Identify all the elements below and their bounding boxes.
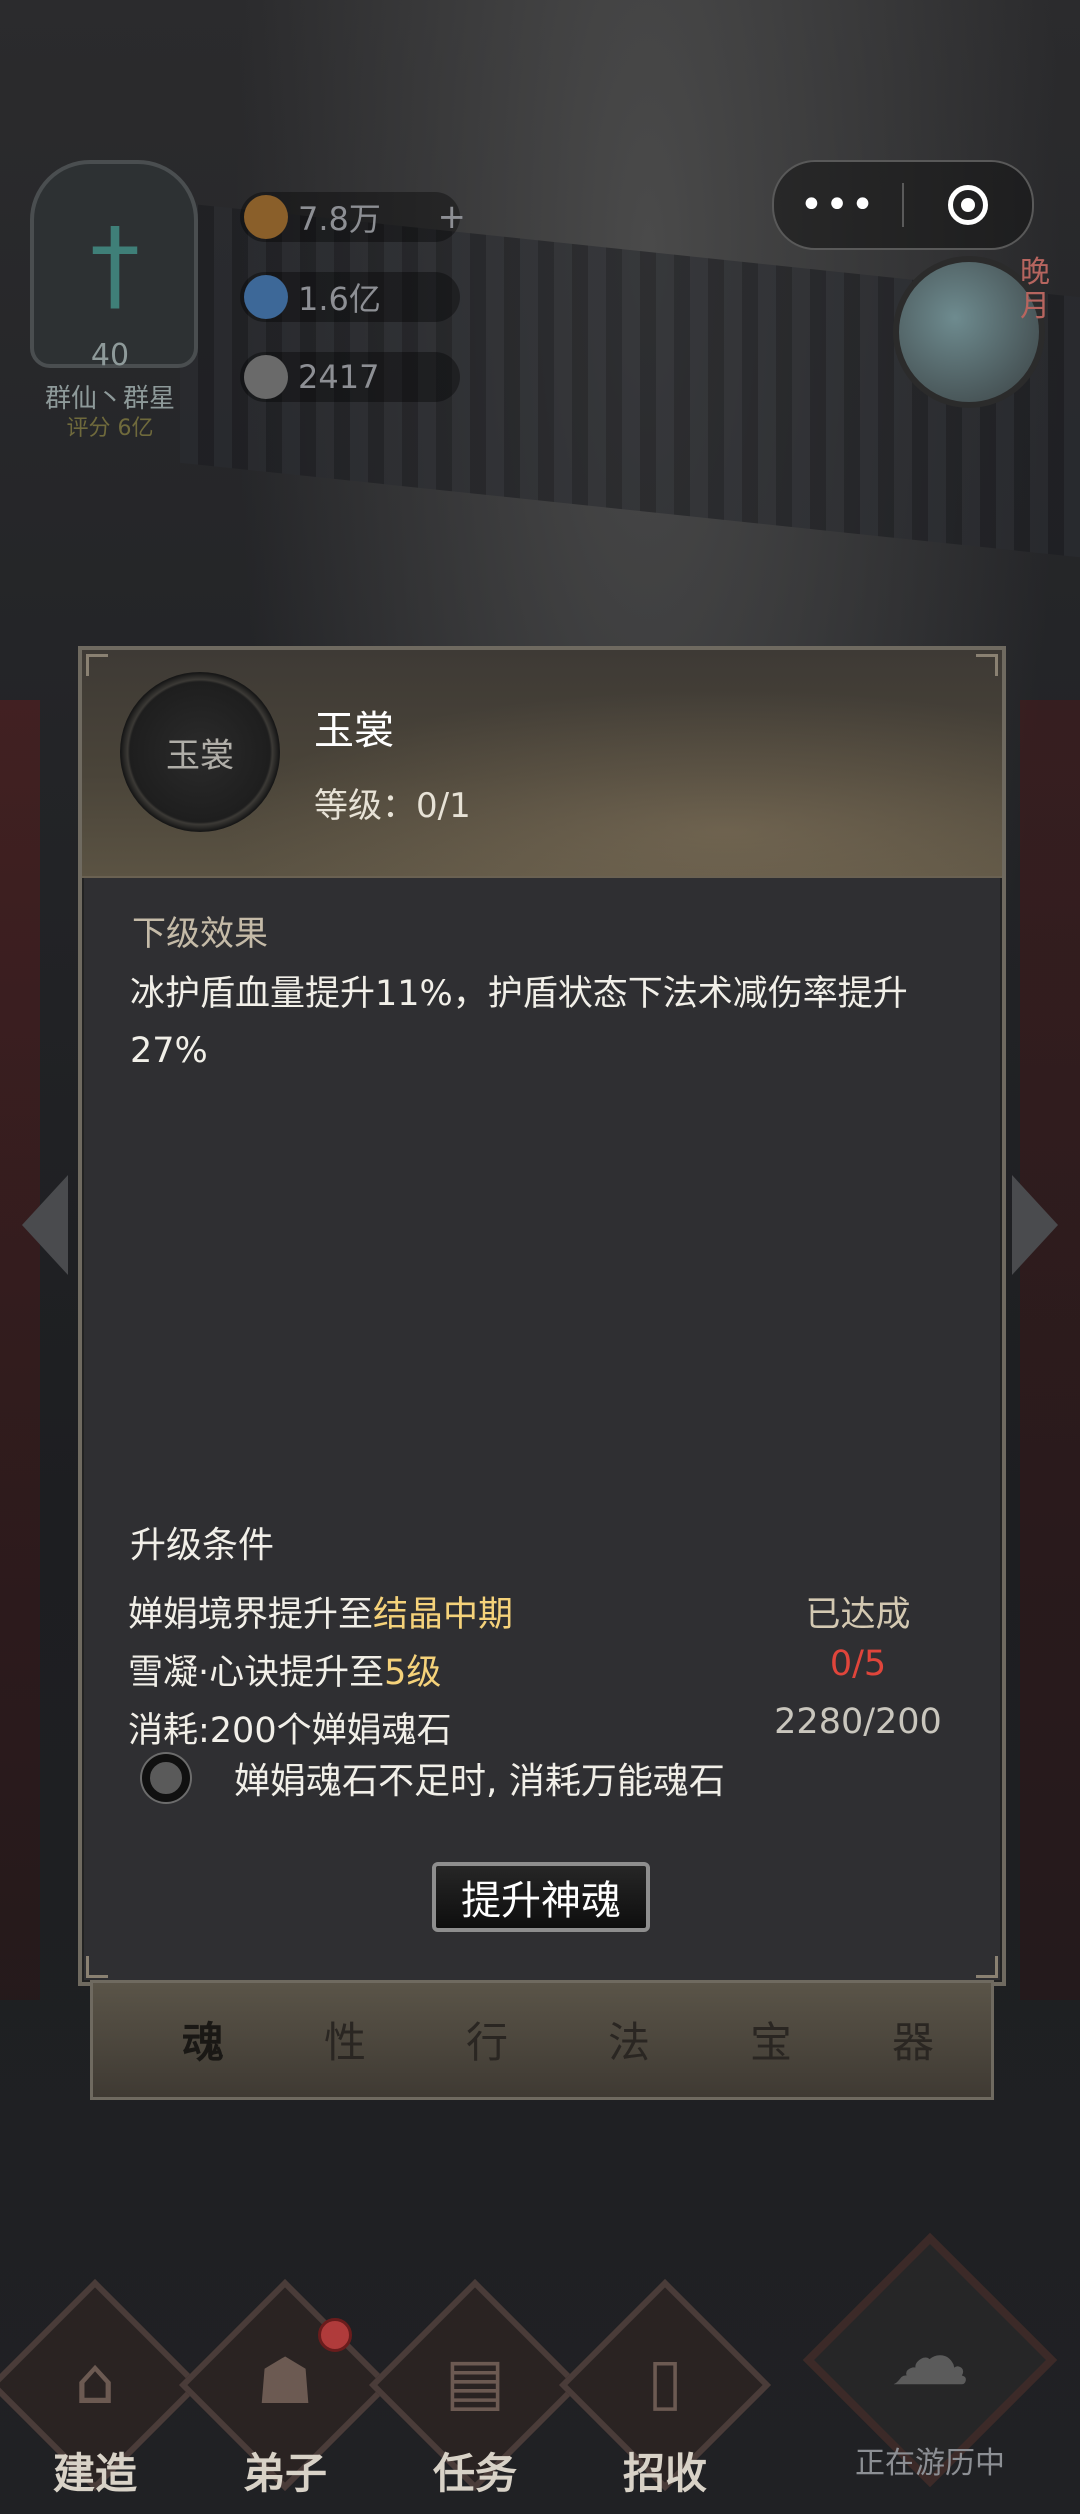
resource-crystal: 1.6亿 bbox=[240, 272, 460, 322]
soul-title: 玉裳 bbox=[314, 708, 394, 754]
resource-yin-yang: 2417 bbox=[240, 352, 460, 402]
condition-row: 消耗:200个婵娟魂石 2280/200 bbox=[128, 1702, 968, 1752]
condition-row: 婵娟境界提升至结晶中期 已达成 bbox=[128, 1586, 968, 1636]
background-right-decoration bbox=[1020, 700, 1080, 2000]
miniprogram-capsule: ••• bbox=[772, 160, 1034, 250]
pavilion-icon: ⌂ bbox=[74, 2345, 116, 2419]
yin-yang-icon bbox=[244, 355, 288, 399]
tab-soul[interactable]: 魂 bbox=[143, 1997, 263, 2089]
resource-spirit-stone[interactable]: 7.8万 + bbox=[240, 192, 466, 242]
spirit-stone-icon bbox=[244, 195, 288, 239]
condition-row: 雪凝·心诀提升至5级 0/5 bbox=[128, 1644, 968, 1694]
tab-nature[interactable]: 性 bbox=[285, 1997, 405, 2089]
header-divider bbox=[82, 876, 1002, 878]
guild-score: 评分 6亿 bbox=[66, 416, 154, 441]
nav-recruit[interactable]: ▯ 招收 bbox=[558, 2278, 772, 2514]
condition-text: 婵娟境界提升至结晶中期 bbox=[128, 1595, 514, 1635]
tab-practice[interactable]: 行 bbox=[427, 1997, 547, 2089]
nav-disciples[interactable]: ☗ 弟子 bbox=[178, 2278, 392, 2514]
resource-value: 2417 bbox=[298, 358, 380, 396]
nav-label: 招收 bbox=[622, 2449, 707, 2498]
more-menu-button[interactable]: ••• bbox=[774, 182, 902, 228]
scroll-icon: ▤ bbox=[444, 2345, 506, 2419]
conditions-heading: 升级条件 bbox=[130, 1525, 275, 1566]
upgrade-soul-button[interactable]: 提升神魂 bbox=[432, 1862, 650, 1932]
resource-value: 1.6亿 bbox=[298, 280, 381, 318]
background-left-decoration bbox=[0, 700, 40, 2000]
tab-artifact[interactable]: 器 bbox=[853, 1997, 973, 2089]
soul-tab-bar: 魂 性 行 法 宝 器 bbox=[90, 1980, 994, 2100]
travel-label: 正在游历中 bbox=[855, 2446, 1005, 2481]
nav-tasks[interactable]: ▤ 任务 bbox=[368, 2278, 582, 2514]
prev-arrow-icon[interactable] bbox=[22, 1175, 68, 1275]
nav-build[interactable]: ⌂ 建造 bbox=[0, 2278, 202, 2514]
condition-status: 0/5 bbox=[829, 1644, 887, 1684]
radio-icon[interactable] bbox=[142, 1754, 190, 1802]
corner-ornament bbox=[86, 654, 108, 676]
cloud-icon: ☁ bbox=[890, 2310, 970, 2403]
target-icon bbox=[948, 185, 988, 225]
crystal-icon bbox=[244, 275, 288, 319]
corner-ornament bbox=[86, 1956, 108, 1978]
nav-label: 建造 bbox=[52, 2449, 137, 2498]
soul-level: 等级：0/1 bbox=[314, 786, 471, 826]
disciple-icon: ☗ bbox=[256, 2345, 314, 2419]
soul-upgrade-dialog: 玉裳 玉裳 等级：0/1 下级效果 冰护盾血量提升11%，护盾状态下法术减伤率提… bbox=[78, 646, 1006, 1986]
toggle-label: 婵娟魂石不足时, 消耗万能魂石 bbox=[234, 1761, 725, 1802]
condition-text: 消耗:200个婵娟魂石 bbox=[128, 1711, 452, 1751]
condition-status: 已达成 bbox=[805, 1595, 911, 1635]
guild-level: 40 bbox=[90, 338, 130, 373]
next-effect-heading: 下级效果 bbox=[132, 914, 268, 954]
soul-badge: 玉裳 bbox=[120, 672, 280, 832]
close-miniprogram-button[interactable] bbox=[904, 185, 1032, 225]
next-effect-description: 冰护盾血量提升11%，护盾状态下法术减伤率提升27% bbox=[130, 974, 908, 1071]
notification-badge bbox=[318, 2318, 352, 2352]
condition-text: 雪凝·心诀提升至5级 bbox=[128, 1653, 442, 1693]
corner-ornament bbox=[976, 1956, 998, 1978]
add-resource-button[interactable]: + bbox=[438, 197, 467, 237]
tab-treasure[interactable]: 宝 bbox=[711, 1997, 831, 2089]
guild-emblem[interactable]: † 40 群仙丶群星 评分 6亿 bbox=[10, 120, 210, 450]
soul-badge-text: 玉裳 bbox=[166, 735, 234, 776]
universal-soulstone-toggle[interactable]: 婵娟魂石不足时, 消耗万能魂石 bbox=[142, 1750, 725, 1806]
corner-ornament bbox=[976, 654, 998, 676]
recruit-card-icon: ▯ bbox=[647, 2345, 683, 2419]
condition-status: 2280/200 bbox=[774, 1702, 942, 1742]
time-of-day-tag: 晚 月 bbox=[1020, 255, 1050, 324]
nav-label: 弟子 bbox=[242, 2449, 327, 2498]
nav-label: 任务 bbox=[432, 2449, 517, 2498]
tab-technique[interactable]: 法 bbox=[569, 1997, 689, 2089]
sword-icon: † bbox=[90, 206, 140, 323]
next-arrow-icon[interactable] bbox=[1012, 1175, 1058, 1275]
resource-value: 7.8万 bbox=[298, 200, 381, 238]
travel-status-button[interactable]: ☁ 正在游历中 bbox=[800, 2232, 1060, 2514]
